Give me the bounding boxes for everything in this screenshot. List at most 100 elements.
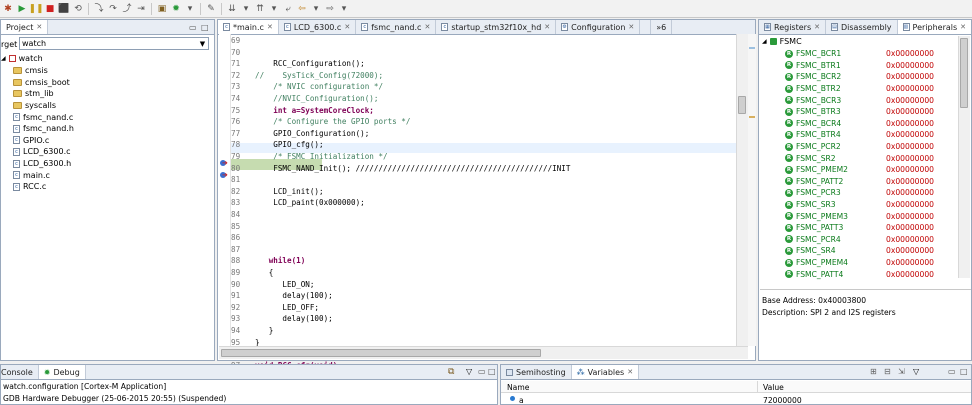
code-line[interactable]: 86 [231,232,736,244]
code-line[interactable]: 82 LCD_init(); [231,186,736,198]
register-row[interactable]: R FSMC_BTR2 0x00000000 [762,83,969,95]
tree-root[interactable]: ◢ watch [1,53,43,65]
editor-tab[interactable] [640,20,652,34]
close-icon[interactable]: ✕ [267,23,273,31]
expand-icon[interactable]: ⇲ [898,367,905,376]
editor-scrollbar[interactable] [736,34,748,346]
code-line[interactable]: 70 [231,47,736,59]
register-row[interactable]: R FSMC_SR3 0x00000000 [762,199,969,211]
tree-item[interactable]: cmsis_boot [13,77,70,89]
register-row[interactable]: R FSMC_BTR4 0x00000000 [762,129,969,141]
collapse-all-icon[interactable]: ⊟ [884,367,891,376]
build-icon[interactable]: ▣ [156,3,168,15]
code-line[interactable]: 87 [231,244,736,256]
tree-item[interactable]: c main.c [13,169,50,181]
peripheral-group[interactable]: ◢ FSMC [762,36,802,47]
register-row[interactable]: R FSMC_BTR3 0x00000000 [762,106,969,118]
last-edit-icon[interactable]: ⤶ [282,3,294,15]
code-line[interactable]: 88 while(1) [231,255,736,267]
peripherals-scrollbar[interactable] [958,36,970,278]
dropdown-icon[interactable]: ▾ [338,3,350,15]
reset-icon[interactable]: ⟲ [72,3,84,15]
name-column-header[interactable]: Name [507,383,529,392]
disconnect-icon[interactable]: ⬛ [58,3,70,15]
tree-item[interactable]: c RCC.c [13,181,46,193]
register-row[interactable]: R FSMC_PCR4 0x00000000 [762,234,969,246]
code-line[interactable]: 84 [231,209,736,221]
close-icon[interactable]: ✕ [36,23,42,31]
dropdown-icon[interactable]: ▾ [310,3,322,15]
code-line[interactable]: 78 GPIO_cfg(); [231,139,736,151]
tree-item[interactable]: c GPIO.c [13,135,49,147]
instruction-step-icon[interactable]: ⇥ [135,3,147,15]
tree-item[interactable]: syscalls [13,100,56,112]
dropdown-icon[interactable]: ▾ [184,3,196,15]
register-row[interactable]: R FSMC_PATT4 0x00000000 [762,268,969,280]
editor-hscrollbar-thumb[interactable] [221,349,541,357]
code-line[interactable]: 74 //NVIC_Configuration(); [231,93,736,105]
tab-peripherals[interactable]: ▥ Peripherals ✕ [897,20,971,34]
maximize-icon[interactable]: □ [201,23,209,32]
code-line[interactable]: 81 [231,174,736,186]
register-row[interactable]: R FSMC_PMEM2 0x00000000 [762,164,969,176]
tab-console[interactable]: Console [1,365,39,379]
editor-tab[interactable]: c startup_stm32f10x_hd ✕ [436,20,557,34]
target-select[interactable]: watch ▼ [19,37,209,50]
tab-debug[interactable]: ✹ Debug [38,365,86,379]
view-menu-icon[interactable]: ▽ [466,367,472,376]
tab-registers[interactable]: ▦ Registers ✕ [759,20,826,34]
code-line[interactable]: 94 } [231,325,736,337]
code-line[interactable]: 77 GPIO_Configuration(); [231,128,736,140]
editor-tab[interactable]: »6 [651,20,673,34]
code-line[interactable]: 69 [231,35,736,47]
debug-settings-icon[interactable]: ✱ [2,3,14,15]
editor-tab[interactable]: ⚙ Configuration ✕ [556,20,641,34]
minimize-icon[interactable]: ▭ [189,23,197,32]
prev-annotation-icon[interactable]: ⇈ [254,3,266,15]
editor-hscrollbar[interactable] [219,346,748,359]
tree-item[interactable]: c LCD_6300.h [13,158,71,170]
register-row[interactable]: R FSMC_BTR1 0x00000000 [762,60,969,72]
tree-item[interactable]: stm_lib [13,88,54,100]
register-row[interactable]: R FSMC_BCR3 0x00000000 [762,94,969,106]
code-line[interactable]: 73 /* NVIC configuration */ [231,81,736,93]
code-line[interactable]: 79 /* FSMC Initialization */ [231,151,736,163]
back-icon[interactable]: ⇦ [296,3,308,15]
register-row[interactable]: R FSMC_SR4 0x00000000 [762,245,969,257]
dropdown-icon[interactable]: ▾ [240,3,252,15]
register-row[interactable]: R FSMC_BCR1 0x00000000 [762,48,969,60]
debugger-entry[interactable]: GDB Hardware Debugger (25-06-2015 20:55)… [3,394,226,403]
register-row[interactable]: R FSMC_PCR2 0x00000000 [762,141,969,153]
code-line[interactable]: 89 { [231,267,736,279]
step-over-icon[interactable]: ↷ [107,3,119,15]
maximize-icon[interactable]: □ [960,367,968,376]
register-row[interactable]: R FSMC_PMEM4 0x00000000 [762,257,969,269]
debug-icon[interactable]: ✹ [170,3,182,15]
code-line[interactable]: 76 /* Configure the GPIO ports */ [231,116,736,128]
editor-scrollbar-thumb[interactable] [738,96,746,114]
close-icon[interactable]: ✕ [960,23,966,31]
code-line[interactable]: 93 delay(100); [231,313,736,325]
code-line[interactable]: 80 FSMC_NAND_Init(); ///////////////////… [231,163,736,175]
register-row[interactable]: R FSMC_BCR4 0x00000000 [762,118,969,130]
tree-item[interactable]: cmsis [13,65,48,77]
register-row[interactable]: R FSMC_SR2 0x00000000 [762,152,969,164]
editor-tab[interactable]: c *main.c ✕ [218,20,279,34]
code-line[interactable]: 92 LED_OFF; [231,302,736,314]
variable-row[interactable]: a 72000000 [501,394,971,404]
minimize-icon[interactable]: ▭ [478,367,486,376]
close-icon[interactable]: ✕ [544,23,550,31]
tab-disassembly[interactable]: ▤ Disassembly [826,20,898,34]
close-icon[interactable]: ✕ [814,23,820,31]
close-icon[interactable]: ✕ [344,23,350,31]
tab-project[interactable]: Project ✕ [1,20,49,34]
tab-variables[interactable]: ⁂ Variables ✕ [571,365,640,379]
register-row[interactable]: R FSMC_BCR2 0x00000000 [762,71,969,83]
code-line[interactable]: 90 LED_ON; [231,279,736,291]
pin-icon[interactable]: ✎ [205,3,217,15]
register-row[interactable]: R FSMC_PATT3 0x00000000 [762,222,969,234]
code-line[interactable]: 71 RCC_Configuration(); [231,58,736,70]
tab-semihosting[interactable]: Semihosting [501,365,572,379]
code-line[interactable]: 75 int a=SystemCoreClock; [231,105,736,117]
minimize-icon[interactable]: ▭ [948,367,956,376]
